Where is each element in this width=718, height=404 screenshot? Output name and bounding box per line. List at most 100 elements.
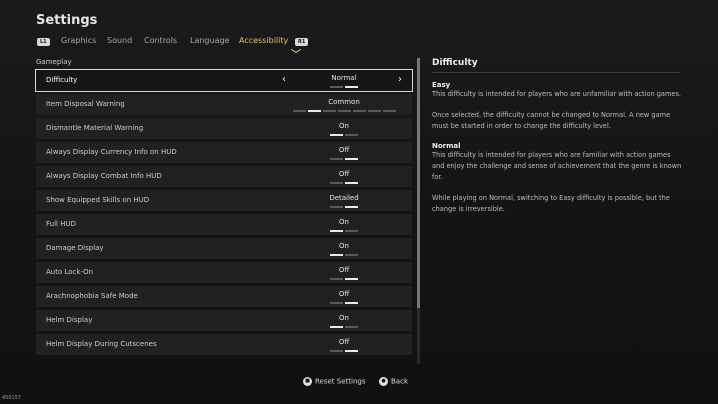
option-pip [367,110,381,112]
setting-label: Show Equipped Skills on HUD [46,196,150,204]
setting-value: Off [338,170,350,178]
tab-controls[interactable]: Controls [144,36,177,45]
setting-row[interactable]: Helm Display On [36,310,412,331]
easy-note: Once selected, the difficulty cannot be … [432,111,671,130]
setting-value: Off [338,290,350,298]
option-indicator [330,350,358,352]
setting-label: Always Display Combat Info HUD [46,172,162,180]
setting-label: Arachnophobia Safe Mode [46,292,138,300]
option-indicator [330,278,358,280]
option-pip [352,110,366,112]
active-tab-indicator [291,49,301,53]
reset-settings-button[interactable]: ■ Reset Settings [303,377,366,386]
back-button[interactable]: ● Back [379,377,408,386]
reset-settings-label: Reset Settings [315,377,366,386]
back-label: Back [391,377,408,386]
option-pip [330,278,343,280]
chevron-right-icon[interactable]: › [398,75,402,85]
option-pip [330,254,343,256]
option-indicator [330,86,358,88]
option-pip [345,278,358,280]
option-pip [345,254,358,256]
setting-value: Normal [331,74,357,82]
option-indicator [292,110,396,112]
option-indicator [330,326,358,328]
setting-label: Always Display Currency Info on HUD [46,148,177,156]
l1-button-hint[interactable]: L1 [37,38,50,46]
tab-language[interactable]: Language [190,36,229,45]
option-pip [330,182,343,184]
setting-row[interactable]: Auto Lock-On Off [36,262,412,283]
option-pip [345,302,358,304]
tab-accessibility[interactable]: Accessibility [239,36,288,45]
option-pip [345,230,358,232]
option-pip [330,158,343,160]
option-pip [330,350,343,352]
easy-heading: Easy [432,81,451,89]
setting-value: Off [338,146,350,154]
option-indicator [330,134,358,136]
option-pip [330,302,343,304]
setting-value: Common [328,98,360,106]
setting-row[interactable]: Dismantle Material Warning On [36,118,412,139]
tab-graphics[interactable]: Graphics [61,36,96,45]
section-title-gameplay: Gameplay [36,58,72,66]
description-panel: Difficulty Easy This difficulty is inten… [432,58,682,225]
tab-sound[interactable]: Sound [107,36,132,45]
option-pip [345,206,358,208]
setting-label: Item Disposal Warning [46,100,125,108]
option-pip [322,110,336,112]
setting-label: Helm Display During Cutscenes [46,340,157,348]
panel-divider [432,72,680,73]
r1-button-hint[interactable]: R1 [295,38,309,46]
option-indicator [330,158,358,160]
scrollbar-thumb[interactable] [417,58,420,308]
setting-row[interactable]: Full HUD On [36,214,412,235]
option-pip [307,110,321,112]
square-button-icon: ■ [303,377,312,386]
option-pip [345,182,358,184]
circle-button-icon: ● [379,377,388,386]
setting-row[interactable]: Always Display Combat Info HUD Off [36,166,412,187]
option-pip [345,326,358,328]
option-pip [330,86,343,88]
setting-value: On [339,122,349,130]
setting-value: On [339,242,349,250]
normal-note: While playing on Normal, switching to Ea… [432,194,670,213]
setting-row[interactable]: Helm Display During Cutscenes Off [36,334,412,355]
setting-value: Off [338,338,350,346]
setting-row[interactable]: Always Display Currency Info on HUD Off [36,142,412,163]
setting-row[interactable]: Damage Display On [36,238,412,259]
option-indicator [330,302,358,304]
option-indicator [330,206,358,208]
option-pip [345,86,358,88]
scrollbar[interactable] [417,58,420,364]
option-indicator [330,230,358,232]
setting-label: Full HUD [46,220,76,228]
option-pip [330,206,343,208]
setting-row[interactable]: Difficulty Normal ‹ › [35,69,413,92]
panel-title: Difficulty [432,58,478,68]
option-pip [382,110,396,112]
setting-value: Off [338,266,350,274]
setting-value: On [339,218,349,226]
setting-label: Damage Display [46,244,104,252]
chevron-left-icon[interactable]: ‹ [282,75,286,85]
page-title: Settings [36,13,98,28]
setting-row[interactable]: Arachnophobia Safe Mode Off [36,286,412,307]
setting-label: Dismantle Material Warning [46,124,144,132]
option-pip [345,350,358,352]
setting-value: Detailed [329,194,359,202]
setting-row[interactable]: Show Equipped Skills on HUD Detailed [36,190,412,211]
setting-label: Difficulty [46,76,78,84]
option-indicator [330,182,358,184]
normal-heading: Normal [432,142,461,150]
option-pip [330,326,343,328]
option-pip [330,134,343,136]
setting-row[interactable]: Item Disposal Warning Common [36,94,412,115]
footer: ■ Reset Settings ● Back [0,377,718,389]
easy-description: This difficulty is intended for players … [432,90,681,98]
normal-description: This difficulty is intended for players … [432,151,682,181]
setting-value: On [339,314,349,322]
option-pip [345,134,358,136]
